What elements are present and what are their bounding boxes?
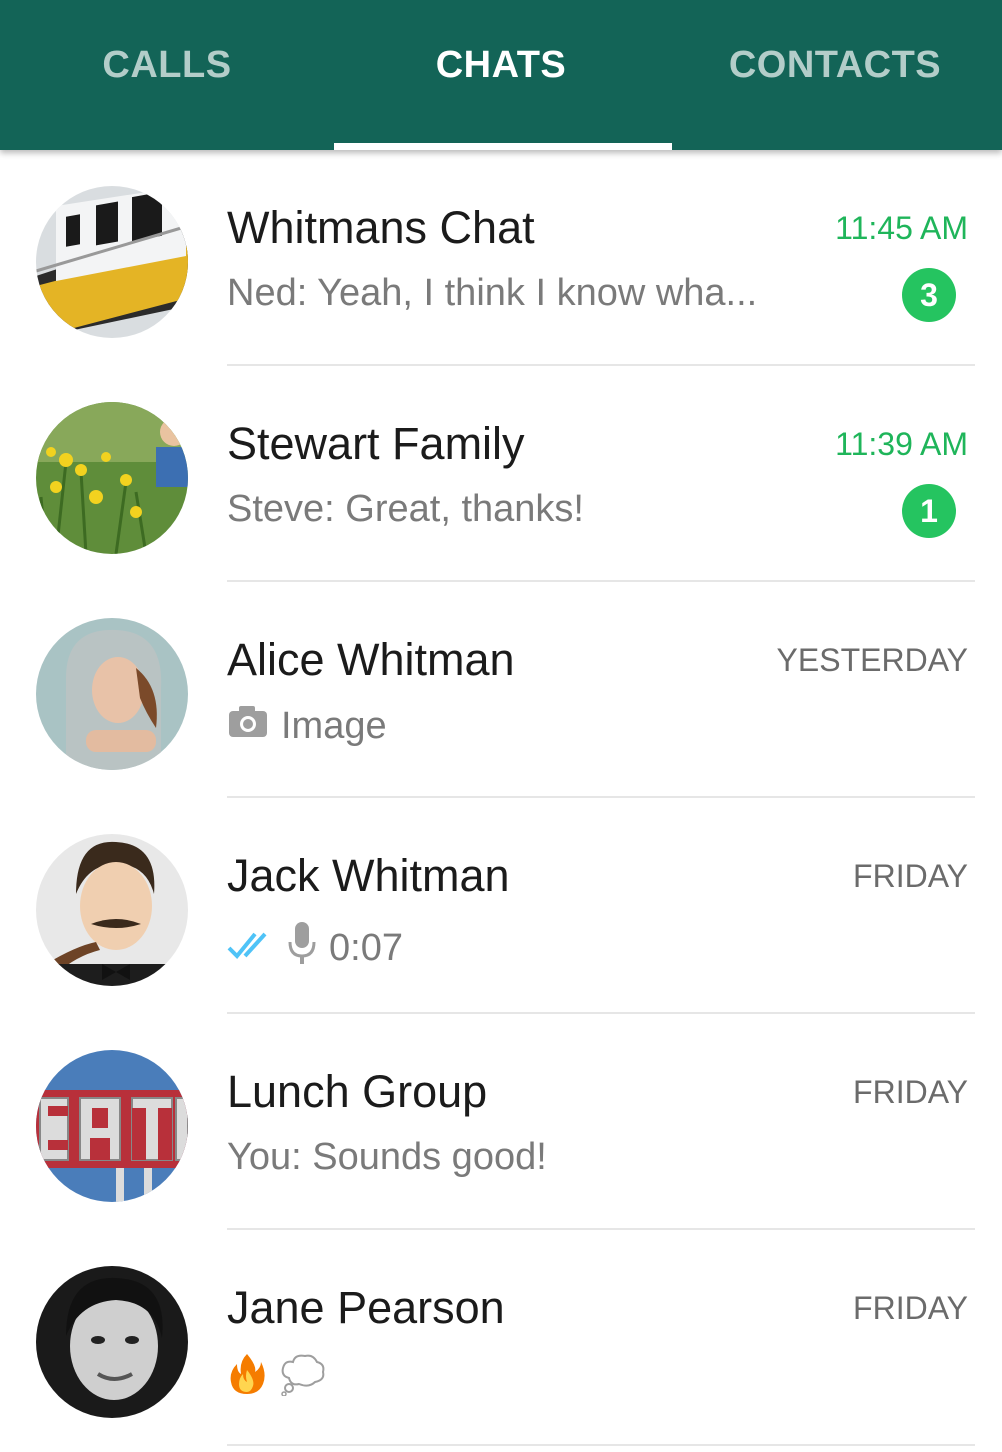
tab-calls[interactable]: CALLS bbox=[0, 0, 334, 150]
chat-row-alice-whitman[interactable]: Alice Whitman YESTERDAY Image bbox=[0, 582, 1002, 798]
chat-row-stewart-family[interactable]: Stewart Family 11:39 AM Steve: Great, th… bbox=[0, 366, 1002, 582]
avatar[interactable] bbox=[36, 834, 188, 986]
divider bbox=[227, 1444, 975, 1446]
avatar[interactable] bbox=[36, 402, 188, 554]
thought-bubble-icon bbox=[279, 1352, 325, 1406]
chat-preview: Steve: Great, thanks! bbox=[227, 488, 584, 530]
microphone-icon bbox=[287, 920, 317, 976]
chat-time: YESTERDAY bbox=[776, 642, 968, 678]
chat-row-whitmans-chat[interactable]: Whitmans Chat 11:45 AM Ned: Yeah, I thin… bbox=[0, 150, 1002, 366]
tab-chats[interactable]: CHATS bbox=[334, 0, 668, 150]
fire-emoji-icon bbox=[227, 1352, 267, 1406]
chat-name: Alice Whitman bbox=[227, 634, 515, 685]
chat-preview bbox=[227, 1352, 337, 1406]
chat-name: Jack Whitman bbox=[227, 850, 510, 901]
tab-contacts[interactable]: CONTACTS bbox=[668, 0, 1002, 150]
chat-time: FRIDAY bbox=[853, 858, 968, 894]
chat-time: FRIDAY bbox=[853, 1290, 968, 1326]
chat-preview: You: Sounds good! bbox=[227, 1136, 547, 1178]
chat-row-jane-pearson[interactable]: Jane Pearson FRIDAY bbox=[0, 1230, 1002, 1446]
unread-badge: 1 bbox=[902, 484, 956, 538]
chat-name: Whitmans Chat bbox=[227, 202, 535, 253]
chat-name: Stewart Family bbox=[227, 418, 525, 469]
app-bar: CALLS CHATS CONTACTS bbox=[0, 0, 1002, 150]
chat-time: FRIDAY bbox=[853, 1074, 968, 1110]
avatar[interactable] bbox=[36, 186, 188, 338]
chat-time: 11:39 AM bbox=[835, 426, 968, 462]
chat-time: 11:45 AM bbox=[835, 210, 968, 246]
unread-badge: 3 bbox=[902, 268, 956, 322]
chat-preview: Image bbox=[227, 704, 387, 748]
chat-list: Whitmans Chat 11:45 AM Ned: Yeah, I thin… bbox=[0, 150, 1002, 1446]
double-check-icon bbox=[227, 927, 275, 970]
chat-name: Lunch Group bbox=[227, 1066, 488, 1117]
chat-name: Jane Pearson bbox=[227, 1282, 505, 1333]
avatar[interactable] bbox=[36, 1050, 188, 1202]
chat-preview: 0:07 bbox=[227, 920, 403, 976]
camera-icon bbox=[227, 704, 269, 748]
avatar[interactable] bbox=[36, 1266, 188, 1418]
chat-row-lunch-group[interactable]: Lunch Group FRIDAY You: Sounds good! bbox=[0, 1014, 1002, 1230]
chat-preview: Ned: Yeah, I think I know wha... bbox=[227, 272, 758, 314]
active-tab-indicator bbox=[334, 143, 672, 150]
avatar[interactable] bbox=[36, 618, 188, 770]
chat-preview-text: Image bbox=[281, 704, 387, 747]
chat-row-jack-whitman[interactable]: Jack Whitman FRIDAY 0:07 bbox=[0, 798, 1002, 1014]
chat-preview-text: 0:07 bbox=[329, 926, 403, 969]
